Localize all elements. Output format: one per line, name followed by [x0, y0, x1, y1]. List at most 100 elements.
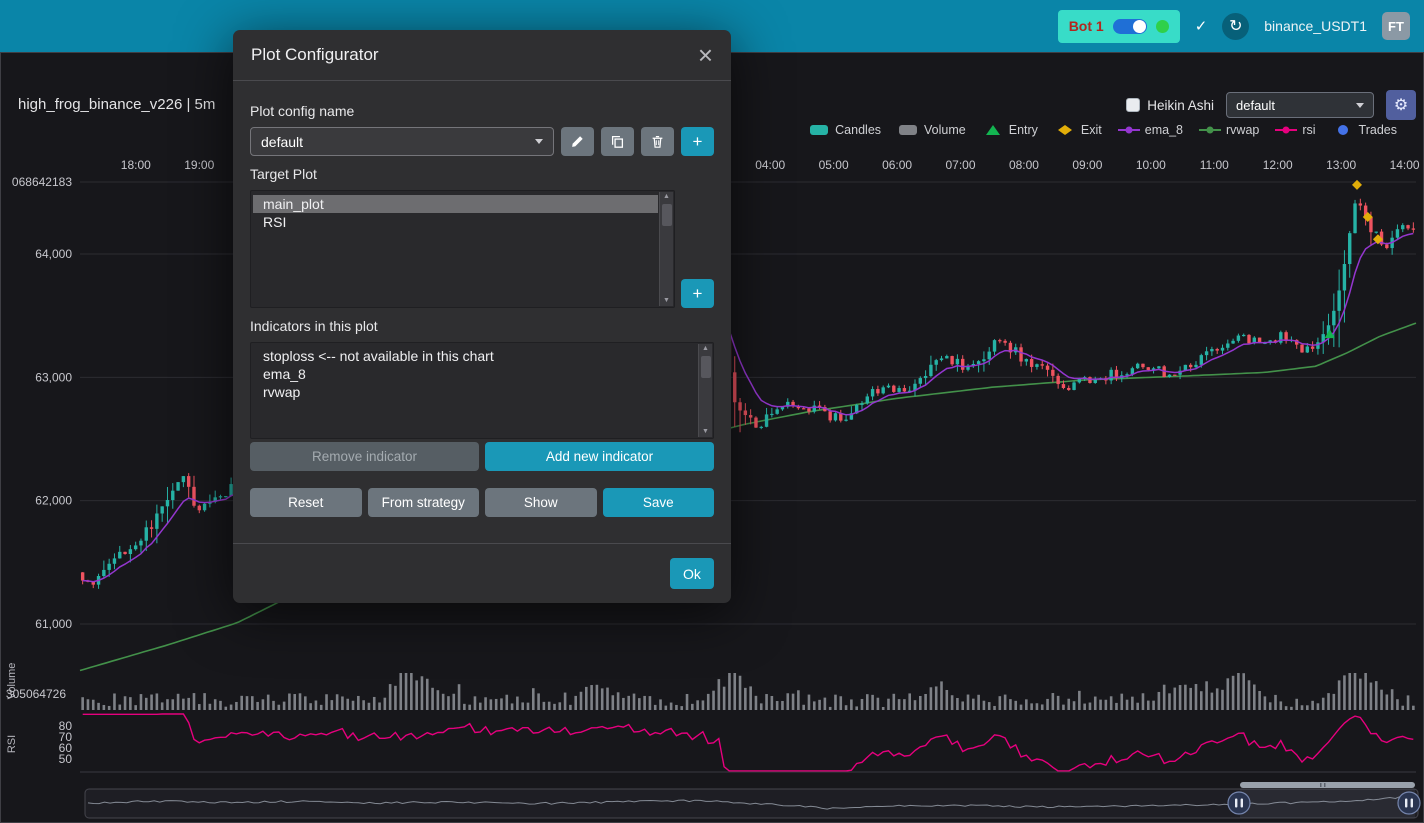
exit-marker-icon: [1054, 124, 1076, 136]
legend-item-rvwap[interactable]: rvwap: [1199, 123, 1259, 137]
config-name-select[interactable]: default: [250, 127, 554, 156]
save-button[interactable]: Save: [603, 488, 715, 517]
svg-text:06:00: 06:00: [882, 158, 912, 172]
modal-body: Plot config name default + Target Plot m…: [233, 81, 731, 523]
scroll-up-icon[interactable]: ▲: [702, 344, 709, 354]
plot-config-select[interactable]: default: [1226, 92, 1374, 118]
scroll-up-icon[interactable]: ▲: [663, 192, 670, 202]
svg-text:19:00: 19:00: [184, 158, 214, 172]
target-plot-item[interactable]: main_plot: [253, 195, 658, 213]
trash-icon: [651, 135, 664, 148]
chevron-down-icon: [1356, 103, 1364, 108]
reset-button[interactable]: Reset: [250, 488, 362, 517]
add-config-button[interactable]: +: [681, 127, 714, 156]
svg-text:50: 50: [59, 752, 73, 766]
legend-label: rsi: [1302, 123, 1315, 137]
datazoom-rail[interactable]: [1240, 782, 1415, 788]
legend-label: Entry: [1009, 123, 1038, 137]
scrollbar-thumb[interactable]: [701, 356, 711, 378]
legend-item-ema_8[interactable]: ema_8: [1118, 123, 1183, 137]
chevron-down-icon: [535, 139, 543, 144]
svg-text:14:00: 14:00: [1390, 158, 1420, 172]
edit-config-button[interactable]: [561, 127, 594, 156]
bot-selector[interactable]: Bot 1: [1058, 10, 1180, 43]
close-icon[interactable]: ×: [698, 45, 713, 65]
svg-text:09:00: 09:00: [1072, 158, 1102, 172]
trades-marker-icon: [1332, 124, 1354, 136]
plot-configurator-modal: Plot Configurator × Plot config name def…: [233, 30, 731, 603]
plot-settings-button[interactable]: ⚙: [1386, 90, 1416, 120]
datazoom-handle-right[interactable]: [1398, 792, 1420, 814]
check-icon: ✓: [1195, 17, 1208, 35]
heikin-ashi-label: Heikin Ashi: [1147, 98, 1214, 113]
ok-button[interactable]: Ok: [670, 558, 714, 589]
volume-marker-icon: [897, 124, 919, 136]
svg-text:068642183: 068642183: [12, 175, 72, 189]
rvwap-marker-icon: [1199, 124, 1221, 136]
legend-label: Trades: [1359, 123, 1397, 137]
datazoom-handle-left[interactable]: [1228, 792, 1250, 814]
svg-text:07:00: 07:00: [946, 158, 976, 172]
chart-controls: Heikin Ashi default ⚙: [1126, 90, 1416, 120]
svg-text:64,000: 64,000: [35, 247, 72, 261]
rsi-marker-icon: [1275, 124, 1297, 136]
target-plot-list[interactable]: main_plot RSI ▲ ▼: [250, 190, 675, 308]
account-name: binance_USDT1: [1264, 18, 1367, 34]
heikin-ashi-toggle[interactable]: Heikin Ashi: [1126, 98, 1214, 113]
svg-text:10:00: 10:00: [1136, 158, 1166, 172]
heikin-ashi-checkbox[interactable]: [1126, 98, 1140, 112]
scrollbar[interactable]: ▲ ▼: [698, 344, 712, 437]
remove-indicator-button[interactable]: Remove indicator: [250, 442, 479, 471]
legend-item-rsi[interactable]: rsi: [1275, 123, 1315, 137]
bot-toggle[interactable]: [1113, 19, 1147, 34]
plot-config-select-value: default: [1236, 98, 1275, 113]
duplicate-config-button[interactable]: [601, 127, 634, 156]
legend-item-volume[interactable]: Volume: [897, 123, 966, 137]
plot-config-name-label: Plot config name: [250, 103, 714, 119]
modal-footer: Ok: [233, 543, 731, 603]
indicator-item[interactable]: rvwap: [253, 383, 697, 401]
toggle-knob: [1133, 20, 1146, 33]
svg-text:13:00: 13:00: [1326, 158, 1356, 172]
svg-text:12:00: 12:00: [1263, 158, 1293, 172]
indicator-item[interactable]: ema_8: [253, 365, 697, 383]
scroll-down-icon[interactable]: ▼: [663, 296, 670, 306]
svg-text:04:00: 04:00: [755, 158, 785, 172]
legend-label: Volume: [924, 123, 966, 137]
legend-label: Exit: [1081, 123, 1102, 137]
svg-text:Volume: Volume: [6, 663, 18, 700]
indicator-item[interactable]: stoploss <-- not available in this chart: [253, 347, 697, 365]
svg-text:11:00: 11:00: [1200, 158, 1229, 172]
legend-label: ema_8: [1145, 123, 1183, 137]
scroll-down-icon[interactable]: ▼: [702, 427, 709, 437]
freqtrade-logo: FT: [1382, 12, 1410, 40]
target-plot-label: Target Plot: [250, 166, 714, 182]
svg-text:63,000: 63,000: [35, 370, 72, 384]
from-strategy-button[interactable]: From strategy: [368, 488, 480, 517]
target-plot-item[interactable]: RSI: [253, 213, 658, 231]
bot-name-label: Bot 1: [1069, 18, 1104, 34]
legend-item-entry[interactable]: Entry: [982, 123, 1038, 137]
plus-icon: +: [693, 284, 703, 304]
modal-header: Plot Configurator ×: [233, 30, 731, 81]
legend-item-trades[interactable]: Trades: [1332, 123, 1397, 137]
legend-item-exit[interactable]: Exit: [1054, 123, 1102, 137]
gear-icon: ⚙: [1394, 95, 1408, 115]
strategy-title: high_frog_binance_v226 | 5m: [18, 96, 215, 113]
scrollbar[interactable]: ▲ ▼: [659, 192, 673, 306]
refresh-button[interactable]: ↻: [1222, 13, 1249, 40]
ema_8-marker-icon: [1118, 124, 1140, 136]
legend-label: rvwap: [1226, 123, 1259, 137]
pencil-icon: [571, 135, 584, 148]
scrollbar-thumb[interactable]: [662, 204, 672, 226]
show-button[interactable]: Show: [485, 488, 597, 517]
legend-item-candles[interactable]: Candles: [808, 123, 881, 137]
svg-text:18:00: 18:00: [121, 158, 151, 172]
indicators-list[interactable]: stoploss <-- not available in this chart…: [250, 342, 714, 439]
delete-config-button[interactable]: [641, 127, 674, 156]
online-status-icon: [1156, 20, 1169, 33]
plus-icon: +: [693, 132, 703, 152]
add-plot-button[interactable]: +: [681, 279, 714, 308]
modal-title: Plot Configurator: [251, 45, 379, 65]
add-new-indicator-button[interactable]: Add new indicator: [485, 442, 714, 471]
